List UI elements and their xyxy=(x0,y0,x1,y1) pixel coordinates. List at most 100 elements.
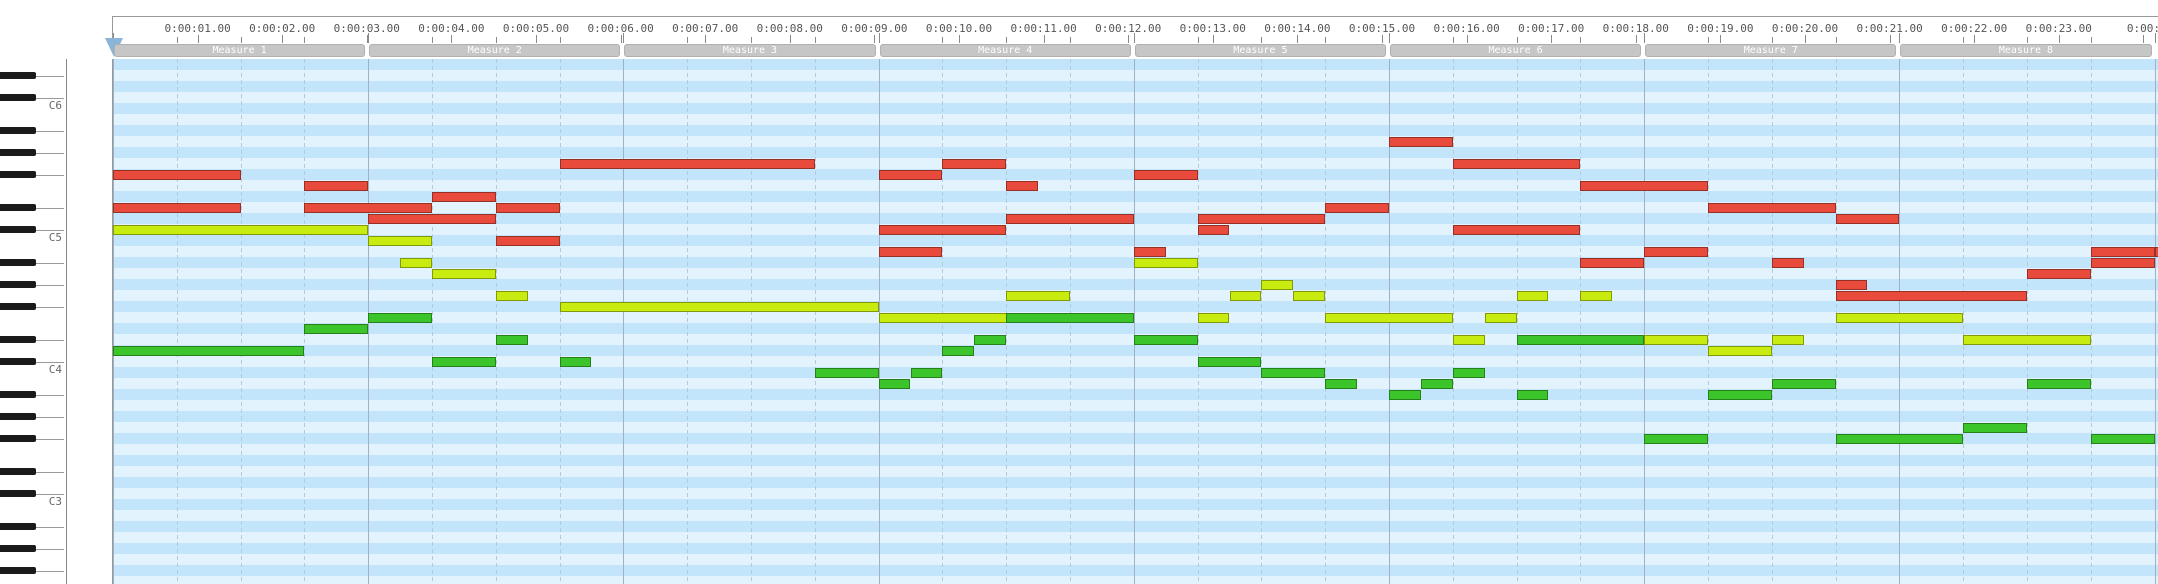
melody-note[interactable] xyxy=(113,203,241,213)
melody-note[interactable] xyxy=(2090,258,2155,268)
bass-note[interactable] xyxy=(1516,335,1645,345)
harmony-note[interactable] xyxy=(1293,291,1326,301)
harmony-note[interactable] xyxy=(432,269,496,279)
harmony-note[interactable] xyxy=(1771,335,1804,345)
harmony-note[interactable] xyxy=(368,236,432,246)
melody-note[interactable] xyxy=(1452,159,1581,169)
bass-note[interactable] xyxy=(910,368,943,378)
measure-label[interactable]: Measure 4 xyxy=(879,44,1131,57)
bass-note[interactable] xyxy=(1325,379,1358,389)
melody-note[interactable] xyxy=(1197,214,1326,224)
harmony-note[interactable] xyxy=(1708,346,1772,356)
harmony-note[interactable] xyxy=(400,258,432,268)
measure-label[interactable]: Measure 1 xyxy=(114,44,366,57)
bass-note[interactable] xyxy=(878,379,911,389)
black-key[interactable] xyxy=(0,523,36,530)
black-key[interactable] xyxy=(0,259,36,266)
melody-note[interactable] xyxy=(1006,181,1039,191)
melody-note[interactable] xyxy=(1580,258,1645,268)
bass-note[interactable] xyxy=(974,335,1007,345)
white-key[interactable] xyxy=(0,576,64,584)
bass-note[interactable] xyxy=(1963,423,2027,433)
melody-note[interactable] xyxy=(878,225,1007,235)
bass-note[interactable] xyxy=(2090,434,2155,444)
harmony-note[interactable] xyxy=(1452,335,1485,345)
melody-note[interactable] xyxy=(559,159,815,169)
melody-note[interactable] xyxy=(1006,214,1134,224)
bass-note[interactable] xyxy=(495,335,528,345)
melody-note[interactable] xyxy=(1708,203,1836,213)
melody-note[interactable] xyxy=(304,203,432,213)
melody-note[interactable] xyxy=(2090,247,2155,257)
black-key[interactable] xyxy=(0,171,36,178)
black-key[interactable] xyxy=(0,468,36,475)
bass-note[interactable] xyxy=(1420,379,1453,389)
black-key[interactable] xyxy=(0,204,36,211)
bass-note[interactable] xyxy=(814,368,879,378)
measure-label[interactable]: Measure 6 xyxy=(1390,44,1642,57)
bass-note[interactable] xyxy=(942,346,975,356)
bass-note[interactable] xyxy=(1771,379,1836,389)
black-key[interactable] xyxy=(0,149,36,156)
melody-note[interactable] xyxy=(495,236,560,246)
melody-note[interactable] xyxy=(2154,247,2158,257)
bass-note[interactable] xyxy=(2027,379,2091,389)
measure-label[interactable]: Measure 5 xyxy=(1134,44,1386,57)
melody-note[interactable] xyxy=(1452,225,1581,235)
melody-note[interactable] xyxy=(1133,170,1198,180)
black-key[interactable] xyxy=(0,413,36,420)
black-key[interactable] xyxy=(0,435,36,442)
melody-note[interactable] xyxy=(942,159,1007,169)
bass-note[interactable] xyxy=(368,313,432,323)
black-key[interactable] xyxy=(0,391,36,398)
black-key[interactable] xyxy=(0,127,36,134)
bass-note[interactable] xyxy=(1261,368,1326,378)
black-key[interactable] xyxy=(0,94,36,101)
bass-note[interactable] xyxy=(113,346,305,356)
piano-keyboard[interactable]: C6 C5 C4 C3 xyxy=(0,59,67,584)
bass-note[interactable] xyxy=(1644,434,1708,444)
black-key[interactable] xyxy=(0,567,36,574)
measure-label[interactable]: Measure 7 xyxy=(1645,44,1897,57)
measure-label[interactable]: Measure 2 xyxy=(369,44,621,57)
melody-note[interactable] xyxy=(495,203,560,213)
melody-note[interactable] xyxy=(304,181,369,191)
harmony-note[interactable] xyxy=(1484,313,1517,323)
black-key[interactable] xyxy=(0,336,36,343)
bass-note[interactable] xyxy=(1452,368,1485,378)
bass-note[interactable] xyxy=(1516,390,1549,400)
melody-note[interactable] xyxy=(1644,247,1708,257)
harmony-note[interactable] xyxy=(1133,258,1198,268)
black-key[interactable] xyxy=(0,358,36,365)
bass-note[interactable] xyxy=(1389,390,1421,400)
bass-note[interactable] xyxy=(1835,434,1964,444)
melody-note[interactable] xyxy=(1771,258,1804,268)
harmony-note[interactable] xyxy=(1516,291,1549,301)
harmony-note[interactable] xyxy=(1325,313,1453,323)
black-key[interactable] xyxy=(0,72,36,79)
melody-note[interactable] xyxy=(1835,291,2027,301)
harmony-note[interactable] xyxy=(113,225,369,235)
melody-note[interactable] xyxy=(2027,269,2091,279)
black-key[interactable] xyxy=(0,545,36,552)
black-key[interactable] xyxy=(0,281,36,288)
black-key[interactable] xyxy=(0,303,36,310)
harmony-note[interactable] xyxy=(1580,291,1613,301)
harmony-note[interactable] xyxy=(1229,291,1262,301)
harmony-note[interactable] xyxy=(1963,335,2091,345)
melody-note[interactable] xyxy=(1580,181,1708,191)
bass-note[interactable] xyxy=(1197,357,1262,367)
measure-label[interactable]: Measure 8 xyxy=(1900,44,2152,57)
harmony-note[interactable] xyxy=(1006,291,1070,301)
melody-note[interactable] xyxy=(1325,203,1389,213)
bass-note[interactable] xyxy=(1133,335,1198,345)
harmony-note[interactable] xyxy=(1197,313,1230,323)
melody-note[interactable] xyxy=(1835,214,1900,224)
bass-note[interactable] xyxy=(304,324,369,334)
harmony-note[interactable] xyxy=(1261,280,1294,290)
bass-note[interactable] xyxy=(432,357,496,367)
harmony-note[interactable] xyxy=(559,302,879,312)
harmony-note[interactable] xyxy=(1644,335,1708,345)
piano-roll-grid[interactable] xyxy=(112,59,2158,584)
harmony-note[interactable] xyxy=(495,291,528,301)
